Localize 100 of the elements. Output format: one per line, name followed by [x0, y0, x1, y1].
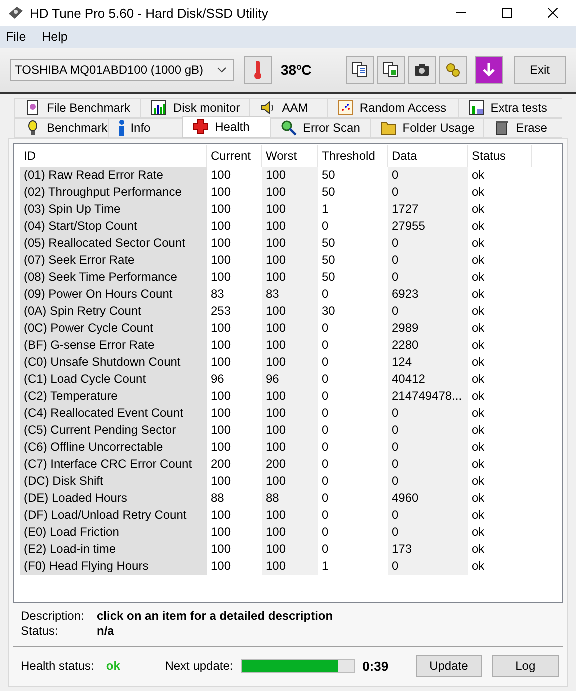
- table-cell: 96: [262, 371, 318, 388]
- coins-icon: [445, 62, 461, 78]
- tab[interactable]: Health: [182, 116, 270, 138]
- thermometer-icon: [253, 60, 263, 80]
- table-cell: 83: [262, 286, 318, 303]
- menu-item[interactable]: Help: [42, 30, 68, 44]
- table-cell: 214749478...: [388, 388, 468, 405]
- table-cell: 0: [388, 456, 468, 473]
- documents-icon: [383, 62, 399, 78]
- table-cell: 100: [262, 320, 318, 337]
- close-icon: [548, 8, 558, 18]
- table-cell: (05) Reallocated Sector Count: [20, 235, 207, 252]
- countdown-text: 0:39: [362, 658, 390, 674]
- camera-icon: [414, 63, 430, 77]
- tab[interactable]: Benchmark: [14, 118, 108, 138]
- description-text: click on an item for a detailed description: [97, 609, 334, 623]
- tab[interactable]: Error Scan: [270, 118, 370, 138]
- tab[interactable]: Extra tests: [458, 98, 562, 118]
- file-icon: [25, 100, 41, 116]
- tab[interactable]: AAM: [249, 98, 327, 118]
- table-cell: (04) Start/Stop Count: [20, 218, 207, 235]
- menu-item[interactable]: File: [6, 30, 26, 44]
- chevron-down-icon: [217, 67, 227, 73]
- magnifier-icon: [281, 120, 298, 136]
- scatter-icon: [338, 100, 354, 116]
- table-cell: 100: [262, 388, 318, 405]
- table-cell: (C5) Current Pending Sector: [20, 422, 207, 439]
- table-cell: (DF) Load/Unload Retry Count: [20, 507, 207, 524]
- table-cell: 100: [262, 337, 318, 354]
- log-button[interactable]: Log: [492, 655, 560, 677]
- tab[interactable]: Disk monitor: [140, 98, 250, 118]
- table-cell: (C1) Load Cycle Count: [20, 371, 207, 388]
- next-update-label: Next update:: [165, 659, 234, 673]
- arrow-down-icon: [481, 61, 497, 79]
- table-cell: 100: [262, 167, 318, 184]
- extra-icon: [468, 100, 485, 116]
- table-cell: (0A) Spin Retry Count: [20, 303, 207, 320]
- monitor-icon: [151, 100, 168, 116]
- table-cell: 0: [388, 473, 468, 490]
- trash-icon: [494, 120, 510, 136]
- tab[interactable]: File Benchmark: [14, 98, 140, 118]
- update-button[interactable]: Update: [416, 655, 482, 677]
- options-button[interactable]: [439, 56, 467, 84]
- table-cell: 100: [262, 184, 318, 201]
- tab[interactable]: Folder Usage: [370, 118, 484, 138]
- table-cell: 100: [262, 422, 318, 439]
- table-cell: 0: [388, 235, 468, 252]
- table-cell: 0: [388, 252, 468, 269]
- table-cell: (02) Throughput Performance: [20, 184, 207, 201]
- table-cell: (01) Raw Read Error Rate: [20, 167, 207, 184]
- table-cell: (C6) Offline Uncorrectable: [20, 439, 207, 456]
- tab[interactable]: Info: [108, 118, 182, 138]
- table-cell: 100: [262, 507, 318, 524]
- drive-select[interactable]: TOSHIBA MQ01ABD100 (1000 gB): [10, 59, 234, 81]
- thermometer-button[interactable]: [244, 56, 272, 84]
- table-cell: 100: [262, 524, 318, 541]
- table-cell: 0: [388, 167, 468, 184]
- table-cell: 100: [262, 354, 318, 371]
- description-label: Description:: [21, 609, 86, 623]
- table-cell: 4960: [388, 490, 468, 507]
- table-cell: (C0) Unsafe Shutdown Count: [20, 354, 207, 371]
- camera-button[interactable]: [408, 56, 436, 84]
- table-cell: (03) Spin Up Time: [20, 201, 207, 218]
- table-cell: 27955: [388, 218, 468, 235]
- save-button[interactable]: [475, 56, 503, 84]
- table-cell: 2280: [388, 337, 468, 354]
- table-cell: (08) Seek Time Performance: [20, 269, 207, 286]
- table-cell: 200: [262, 456, 318, 473]
- table-cell: (F0) Head Flying Hours: [20, 558, 207, 575]
- table-cell: 100: [262, 405, 318, 422]
- table-cell: 100: [262, 558, 318, 575]
- table-cell: 100: [262, 439, 318, 456]
- table-cell: 0: [388, 524, 468, 541]
- table-cell: 100: [262, 218, 318, 235]
- table-cell: 0: [388, 439, 468, 456]
- status-label: Status:: [21, 624, 60, 638]
- table-cell: (09) Power On Hours Count: [20, 286, 207, 303]
- table-cell: (C4) Reallocated Event Count: [20, 405, 207, 422]
- table-cell: 100: [262, 269, 318, 286]
- table-cell: (C2) Temperature: [20, 388, 207, 405]
- table-cell: 88: [262, 490, 318, 507]
- tab[interactable]: Random Access: [326, 98, 458, 118]
- exit-button[interactable]: Exit: [514, 56, 566, 84]
- table-cell: 0: [388, 303, 468, 320]
- folder-icon: [380, 120, 397, 136]
- table-cell: 0: [388, 184, 468, 201]
- table-cell: (DE) Loaded Hours: [20, 490, 207, 507]
- table-cell: (E0) Load Friction: [20, 524, 207, 541]
- table-cell: (E2) Load-in time: [20, 541, 207, 558]
- table-cell: 173: [388, 541, 468, 558]
- status-text: n/a: [97, 624, 116, 638]
- temperature-reading: 38ºC: [281, 62, 312, 78]
- table-cell: 6923: [388, 286, 468, 303]
- table-cell: 0: [388, 558, 468, 575]
- table-cell: 0: [388, 422, 468, 439]
- copy-icon: [352, 62, 368, 78]
- copy-chart-button[interactable]: [377, 56, 405, 84]
- table-cell: 100: [262, 252, 318, 269]
- copy-button[interactable]: [346, 56, 374, 84]
- tab[interactable]: Erase: [483, 118, 562, 138]
